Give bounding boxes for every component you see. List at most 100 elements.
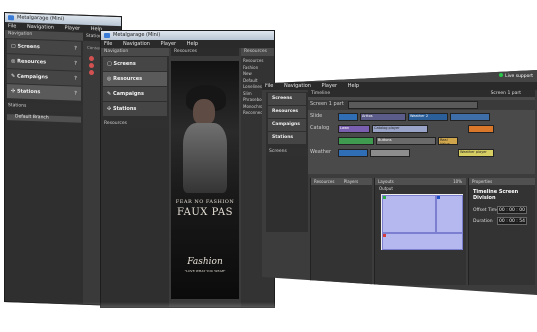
- live-support[interactable]: Live support: [499, 73, 533, 79]
- properties-header: Properties: [469, 178, 535, 185]
- menu-player[interactable]: Player: [322, 83, 338, 89]
- window-title: Metalgarage (Mini): [113, 32, 161, 38]
- track-row: Buttons Real Value: [308, 136, 535, 146]
- nav-stations[interactable]: ✣ Stations: [103, 102, 167, 116]
- screen-layout-canvas[interactable]: [381, 194, 463, 250]
- timeline-clip[interactable]: Weather player: [458, 149, 494, 157]
- nav-campaigns-label: Campaigns: [272, 122, 300, 127]
- timeline-clip[interactable]: [370, 149, 410, 157]
- preview-image: FEAR NO FASHION FAUX PAS Fashion "LOVE W…: [171, 61, 239, 299]
- nav-resources-label: Resources: [17, 58, 47, 66]
- menu-file[interactable]: File: [104, 41, 112, 47]
- nav-screens[interactable]: ▢ Screens?: [7, 39, 81, 56]
- timeline-clip[interactable]: [338, 137, 374, 145]
- timeline-label: Timeline: [311, 91, 331, 96]
- timeline-clip[interactable]: Catalog player: [372, 125, 428, 133]
- live-support-label: Live support: [505, 74, 533, 79]
- navigation-panel: Navigation ▢ Screens ◎ Resources ✎ Campa…: [101, 48, 169, 307]
- zoom-label[interactable]: 10%: [453, 178, 462, 185]
- nav-resources[interactable]: ◎ Resources: [103, 72, 167, 86]
- nav-screens[interactable]: ▢ Screens: [103, 57, 167, 71]
- app-icon: [8, 15, 14, 21]
- timeline-clip[interactable]: Real Value: [438, 137, 458, 146]
- nav-stations[interactable]: Stations: [268, 132, 306, 144]
- menu-file[interactable]: File: [265, 83, 273, 89]
- nav-screens[interactable]: Screens: [268, 93, 306, 105]
- nav-resources[interactable]: Resources: [268, 106, 306, 118]
- players-tab[interactable]: Players: [344, 179, 359, 184]
- timeline-clip[interactable]: [338, 149, 368, 157]
- floor-reflection: [0, 302, 537, 332]
- duration-label: Duration: [473, 219, 493, 224]
- help-icon[interactable]: ?: [74, 71, 77, 85]
- sidebar-sub-header: Screens: [266, 148, 308, 156]
- timeline-clip[interactable]: Weather 2: [408, 113, 448, 121]
- timeline-clip[interactable]: [338, 113, 358, 121]
- track-row: Weather Weather player: [308, 148, 535, 158]
- top-bar: Live support: [262, 70, 537, 82]
- zone-marker: [383, 196, 386, 199]
- resources-panel-header: Resources Players: [311, 178, 372, 185]
- menu-player[interactable]: Player: [65, 25, 81, 32]
- timeline[interactable]: Timeline Screen 1 part Screen 1 part Sli…: [308, 90, 535, 174]
- screen-zone[interactable]: [382, 195, 436, 233]
- nav-header: Navigation: [101, 48, 169, 56]
- resources-tab[interactable]: Resources: [241, 48, 274, 56]
- nav-campaigns-label: Campaigns: [16, 73, 48, 81]
- resources-tab[interactable]: Resources: [314, 179, 334, 184]
- nav-resources[interactable]: ◎ Resources?: [7, 54, 81, 71]
- nav-campaigns[interactable]: ✎ Campaigns?: [7, 69, 81, 86]
- nav-screens-label: Screens: [17, 43, 40, 51]
- nav-stations[interactable]: ✣ Stations?: [7, 84, 81, 101]
- window-title: Metalgarage (Mini): [17, 14, 65, 23]
- menu-navigation[interactable]: Navigation: [123, 41, 150, 47]
- nav-resources-label: Resources: [272, 109, 299, 114]
- bottom-panels: Resources Players Layouts 10% Output Pro…: [310, 178, 535, 285]
- screen-zone[interactable]: [436, 195, 463, 233]
- resources-tab-label: Resources: [244, 49, 267, 54]
- properties-title: Timeline Screen Division: [473, 189, 519, 201]
- menu-player[interactable]: Player: [161, 41, 177, 47]
- screen-zone[interactable]: [382, 233, 463, 250]
- timeline-clip[interactable]: Buttons: [376, 137, 436, 145]
- status-dot: [89, 55, 94, 62]
- window-front: Live support File Navigation Player Help…: [262, 70, 537, 295]
- navigation-panel: Screens Resources Campaigns Stations Scr…: [266, 92, 308, 232]
- timeline-header: Timeline Screen 1 part: [308, 90, 535, 97]
- status-dot: [89, 62, 94, 69]
- offset-time-field[interactable]: 00 : 00 : 00: [497, 206, 527, 214]
- menu-navigation[interactable]: Navigation: [284, 83, 311, 89]
- timeline-clip[interactable]: [468, 125, 494, 133]
- menu-navigation[interactable]: Navigation: [27, 24, 54, 31]
- nav-screens-label: Screens: [113, 61, 136, 67]
- timeline-clip[interactable]: [450, 113, 490, 121]
- poster-line2: FAUX PAS: [177, 207, 233, 218]
- menubar: File Navigation Player Help: [101, 40, 274, 48]
- timeline-clip[interactable]: [348, 101, 478, 109]
- timeline-clip[interactable]: Lawn: [338, 125, 370, 133]
- default-branch-label: Default Branch: [15, 114, 49, 121]
- help-icon[interactable]: ?: [74, 56, 77, 70]
- poster-line1: FEAR NO FASHION: [175, 199, 235, 205]
- duration-field[interactable]: 00 : 00 : 54: [497, 217, 527, 225]
- help-icon[interactable]: ?: [74, 41, 77, 55]
- help-icon[interactable]: ?: [74, 86, 77, 100]
- default-branch-item[interactable]: Default Branch: [7, 114, 81, 123]
- menu-help[interactable]: Help: [348, 83, 359, 89]
- nav-stations-label: Stations: [16, 88, 41, 96]
- stations-header: Stations: [5, 102, 83, 113]
- status-dot: [89, 69, 94, 76]
- track-name: Weather: [310, 149, 332, 155]
- nav-campaigns[interactable]: ✎ Campaigns: [103, 87, 167, 101]
- menu-file[interactable]: File: [8, 23, 16, 29]
- output-label: Output: [379, 186, 393, 191]
- track-row: Slide Arttos Weather 2: [308, 112, 535, 122]
- nav-campaigns[interactable]: Campaigns: [268, 119, 306, 131]
- menubar: File Navigation Player Help: [262, 82, 537, 90]
- titlebar[interactable]: Metalgarage (Mini): [101, 31, 274, 40]
- menu-help[interactable]: Help: [187, 41, 198, 47]
- track-name: Catalog: [310, 125, 330, 131]
- preview-header: Resources: [171, 48, 239, 56]
- resources-tree-panel: Resources Players: [310, 178, 372, 285]
- timeline-clip[interactable]: Arttos: [360, 113, 406, 121]
